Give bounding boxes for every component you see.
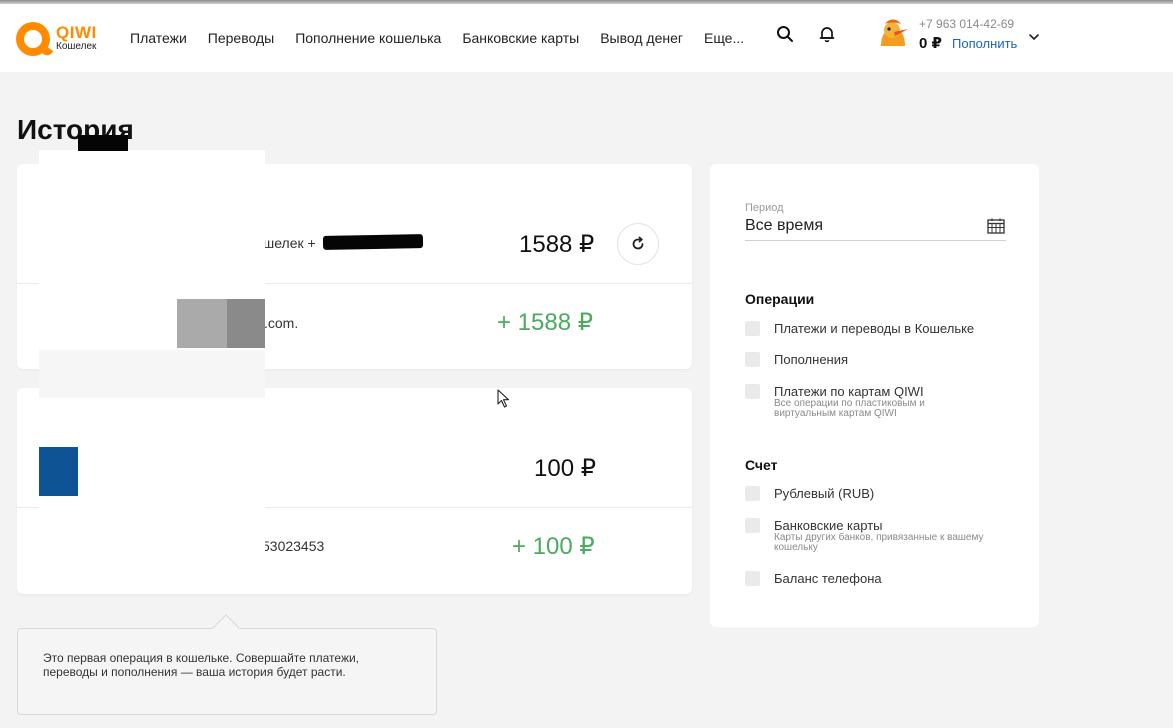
checkbox-label: Баланс телефона <box>774 571 882 586</box>
transaction-source: 53023453 <box>262 538 325 554</box>
redaction-mask <box>39 350 265 398</box>
checkbox[interactable] <box>745 321 760 336</box>
transaction-amount: 1588 ₽ <box>519 231 595 258</box>
checkbox-label: Платежи по картам QIWI <box>774 384 924 399</box>
mouse-cursor-icon <box>497 389 510 408</box>
main-nav: Платежи Переводы Пополнение кошелька Бан… <box>130 30 765 50</box>
redaction-mask <box>227 299 265 348</box>
transaction-amount: 100 ₽ <box>534 455 596 482</box>
checkbox-label: Пополнения <box>774 352 849 367</box>
account-balance: 0 ₽ <box>919 35 942 52</box>
period-underline <box>745 240 1006 241</box>
account-phone: +7 963 014-42-69 <box>919 17 1015 31</box>
nav-transfers[interactable]: Переводы <box>208 30 274 50</box>
first-operation-tooltip: Это первая операция в кошельке. Совершай… <box>17 628 437 715</box>
checkbox-hint: Все операции по пластиковым и виртуальны… <box>774 398 925 419</box>
checkbox-label: Платежи и переводы в Кошельке <box>774 321 975 336</box>
logo-name: QIWI <box>56 23 97 42</box>
redaction-mask <box>322 234 424 250</box>
period-label: Период <box>745 202 784 214</box>
nav-bank-cards[interactable]: Банковские карты <box>462 30 579 50</box>
logo-tail <box>38 44 54 58</box>
topup-link[interactable]: Пополнить <box>952 36 1017 51</box>
nav-more[interactable]: Еще... <box>704 30 744 50</box>
logo-subtitle: Кошелек <box>56 41 97 52</box>
checkbox[interactable] <box>745 486 760 501</box>
transaction-source: .com. <box>264 315 299 331</box>
search-icon[interactable] <box>775 24 795 44</box>
account-title: Счет <box>745 457 778 473</box>
repeat-icon <box>632 236 644 250</box>
redaction-mask <box>39 447 78 496</box>
transaction-credit: + 1588 ₽ <box>497 309 594 336</box>
checkbox-label: Банковские карты <box>774 518 883 533</box>
bell-icon[interactable] <box>817 24 837 44</box>
period-select[interactable]: Все время <box>745 217 823 235</box>
repeat-payment-button[interactable] <box>617 223 659 265</box>
checkbox-label: Рублевый (RUB) <box>774 486 875 501</box>
qiwi-logo[interactable]: QIWI Кошелек <box>16 22 106 62</box>
nav-withdraw[interactable]: Вывод денег <box>600 30 683 50</box>
operations-title: Операции <box>745 291 815 307</box>
checkbox[interactable] <box>745 571 760 586</box>
transaction-description: шелек + <box>263 235 316 251</box>
checkbox-hint: Карты других банков, привязанные к вашем… <box>774 532 984 553</box>
chevron-down-icon[interactable] <box>1027 30 1041 44</box>
tooltip-arrow <box>212 614 240 630</box>
redaction-mask <box>39 398 265 594</box>
nav-wallet-topup[interactable]: Пополнение кошелька <box>295 30 441 50</box>
checkbox[interactable] <box>745 352 760 367</box>
tooltip-text: Это первая операция в кошельке. Совершай… <box>43 651 360 679</box>
redaction-mask <box>78 135 128 151</box>
checkbox[interactable] <box>745 384 760 399</box>
avatar[interactable] <box>875 16 911 52</box>
redaction-mask <box>177 299 227 348</box>
transaction-credit: + 100 ₽ <box>512 533 595 560</box>
calendar-icon[interactable] <box>987 218 1005 234</box>
checkbox[interactable] <box>745 518 760 533</box>
nav-payments[interactable]: Платежи <box>130 30 187 50</box>
